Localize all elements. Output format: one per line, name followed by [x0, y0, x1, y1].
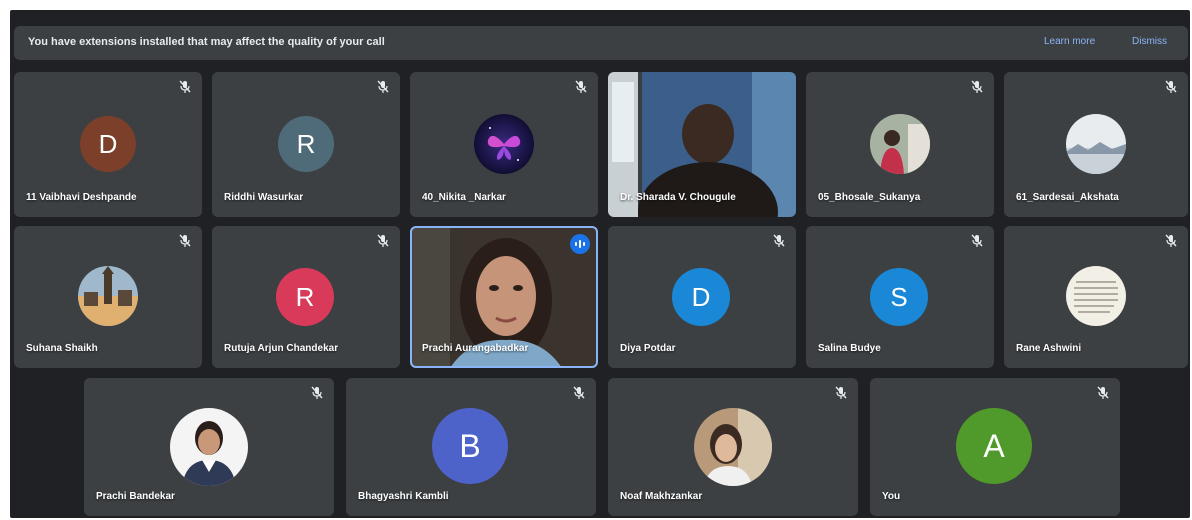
- avatar: R: [278, 116, 334, 172]
- participant-name: 05_Bhosale_Sukanya: [818, 192, 921, 203]
- participant-name: 11 Vaibhavi Deshpande: [26, 192, 137, 203]
- mic-off-icon: [179, 80, 191, 93]
- avatar: D: [80, 116, 136, 172]
- participant-name: Prachi Bandekar: [96, 491, 175, 502]
- mic-off-icon: [377, 234, 389, 247]
- participant-video-tile[interactable]: Prachi Aurangabadkar: [410, 226, 598, 368]
- participant-tile[interactable]: Prachi Bandekar: [84, 378, 334, 516]
- participant-tile[interactable]: S Salina Budye: [806, 226, 994, 368]
- participant-tile[interactable]: D 11 Vaibhavi Deshpande: [14, 72, 202, 217]
- participant-name: 61_Sardesai_Akshata: [1016, 192, 1119, 203]
- participant-tile[interactable]: 05_Bhosale_Sukanya: [806, 72, 994, 217]
- document-photo: [1066, 266, 1126, 326]
- participant-tile[interactable]: 61_Sardesai_Akshata: [1004, 72, 1188, 217]
- avatar: S: [870, 268, 928, 326]
- participant-tile[interactable]: Suhana Shaikh: [14, 226, 202, 368]
- mic-off-icon: [971, 80, 983, 93]
- participant-name: Noaf Makhzankar: [620, 491, 703, 502]
- participant-name: Riddhi Wasurkar: [224, 192, 304, 203]
- participant-tile[interactable]: B Bhagyashri Kambli: [346, 378, 596, 516]
- person-photo: [870, 114, 930, 174]
- participant-name: You: [882, 491, 901, 502]
- butterfly-photo: [474, 114, 534, 174]
- avatar: B: [432, 408, 508, 484]
- participant-tile[interactable]: D Diya Potdar: [608, 226, 796, 368]
- participant-tile[interactable]: Rane Ashwini: [1004, 226, 1188, 368]
- banner-message: You have extensions installed that may a…: [28, 36, 385, 48]
- mic-off-icon: [377, 80, 389, 93]
- participant-tile-self[interactable]: A You: [870, 378, 1120, 516]
- audio-level-icon: [570, 234, 590, 254]
- mic-off-icon: [1165, 80, 1177, 93]
- mic-off-icon: [179, 234, 191, 247]
- portrait-photo: [170, 408, 248, 486]
- participant-name: 40_Nikita _Narkar: [422, 192, 506, 203]
- participant-name: Dr. Sharada V. Chougule: [620, 192, 736, 203]
- mic-off-icon: [971, 234, 983, 247]
- extension-warning-banner: You have extensions installed that may a…: [14, 26, 1188, 60]
- mic-off-icon: [573, 386, 585, 399]
- mic-off-icon: [311, 386, 323, 399]
- participant-name: Suhana Shaikh: [26, 343, 98, 354]
- mic-off-icon: [773, 234, 785, 247]
- city-photo: [78, 266, 138, 326]
- participant-name: Rane Ashwini: [1016, 343, 1082, 354]
- mic-off-icon: [835, 386, 847, 399]
- mic-off-icon: [575, 80, 587, 93]
- selfie-photo: [694, 408, 772, 486]
- participant-video-tile[interactable]: Dr. Sharada V. Chougule: [608, 72, 796, 217]
- mic-off-icon: [1097, 386, 1109, 399]
- participant-name: Prachi Aurangabadkar: [422, 343, 529, 354]
- dismiss-button[interactable]: Dismiss: [1132, 36, 1167, 47]
- learn-more-link[interactable]: Learn more: [1044, 36, 1095, 47]
- landscape-photo: [1066, 114, 1126, 174]
- avatar: A: [956, 408, 1032, 484]
- participant-name: Rutuja Arjun Chandekar: [224, 343, 339, 354]
- participant-name: Diya Potdar: [620, 343, 676, 354]
- avatar: R: [276, 268, 334, 326]
- mic-off-icon: [1165, 234, 1177, 247]
- participant-tile[interactable]: Noaf Makhzankar: [608, 378, 858, 516]
- participant-name: Salina Budye: [818, 343, 881, 354]
- participant-name: Bhagyashri Kambli: [358, 491, 449, 502]
- participant-tile[interactable]: 40_Nikita _Narkar: [410, 72, 598, 217]
- participant-tile[interactable]: R Riddhi Wasurkar: [212, 72, 400, 217]
- participant-tile[interactable]: R Rutuja Arjun Chandekar: [212, 226, 400, 368]
- avatar: D: [672, 268, 730, 326]
